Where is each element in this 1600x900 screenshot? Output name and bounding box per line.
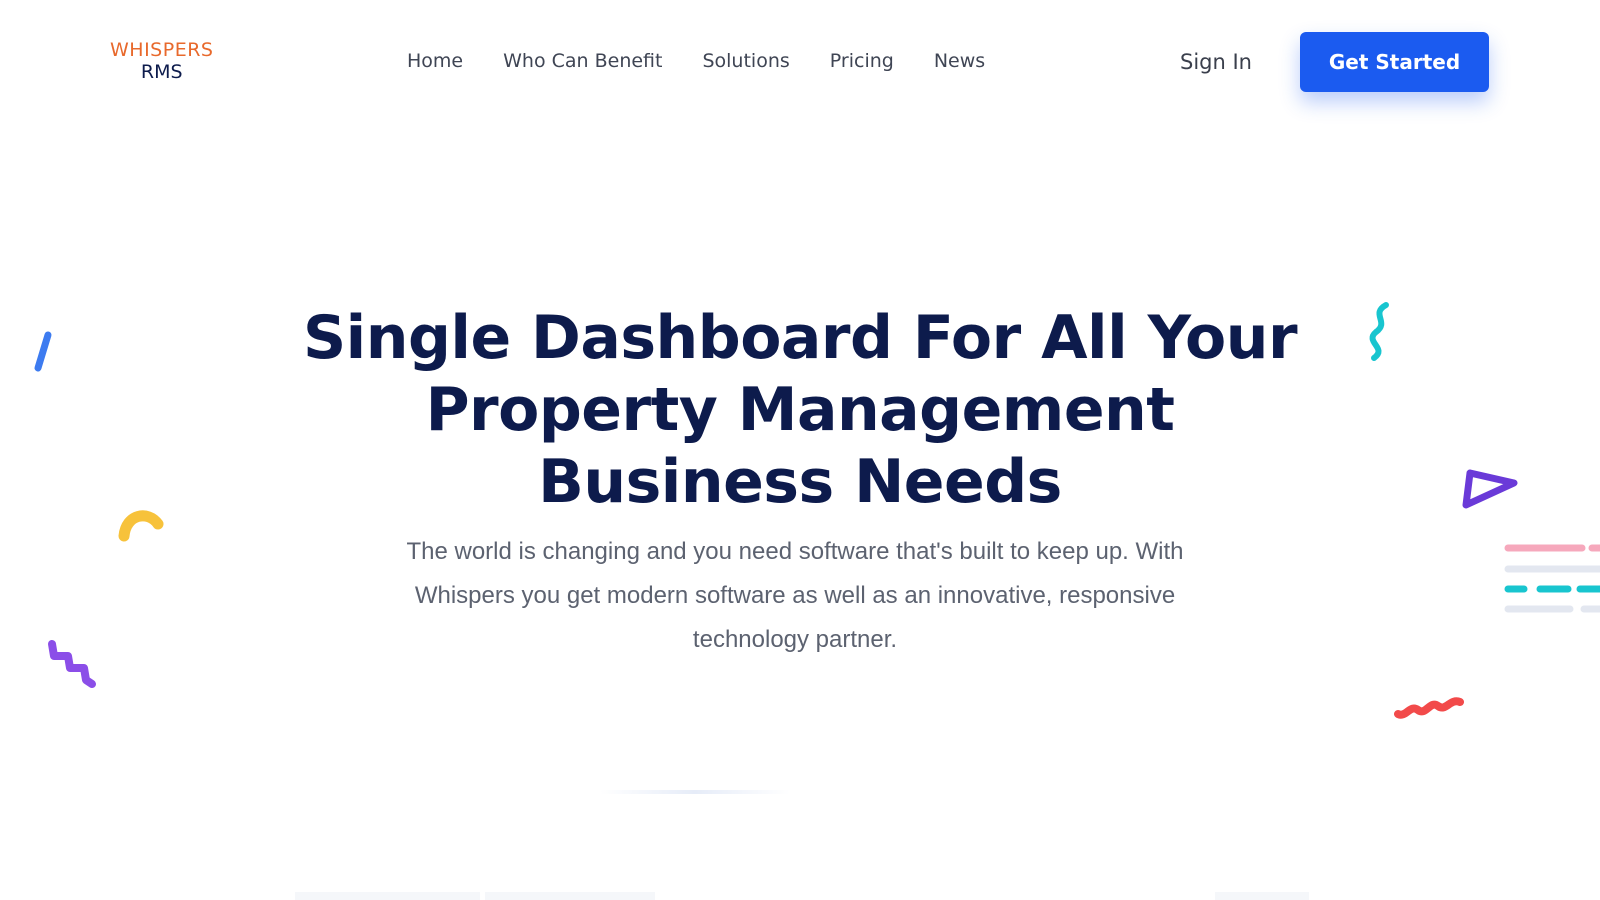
dashed-lines-icon xyxy=(1504,544,1600,613)
dashboard-preview-edge xyxy=(485,892,655,900)
get-started-button[interactable]: Get Started xyxy=(1300,32,1489,92)
nav-link-who-can-benefit[interactable]: Who Can Benefit xyxy=(503,50,662,72)
logo-line-rms: RMS xyxy=(140,60,183,83)
hero-title: Single Dashboard For All Your Property M… xyxy=(300,302,1300,518)
main-nav: Home Who Can Benefit Solutions Pricing N… xyxy=(407,50,985,72)
hero-title-line-2: Property Management xyxy=(425,375,1175,445)
red-zigzag-icon xyxy=(1394,697,1464,719)
nav-link-pricing[interactable]: Pricing xyxy=(830,50,894,72)
teal-squiggle-icon xyxy=(1369,302,1389,361)
dashboard-preview-edge xyxy=(1215,892,1309,900)
logo-line-whispers: WHISPERS xyxy=(110,39,214,61)
hero-divider xyxy=(600,790,790,794)
blue-slash-icon xyxy=(34,331,52,372)
nav-link-news[interactable]: News xyxy=(934,50,985,72)
sign-in-link[interactable]: Sign In xyxy=(1180,50,1252,74)
purple-triangle-icon xyxy=(1462,469,1518,509)
brand-logo[interactable]: WHISPERS RMS xyxy=(110,39,214,84)
hero-title-line-3: Business Needs xyxy=(538,447,1062,517)
hero-title-line-1: Single Dashboard For All Your xyxy=(302,303,1298,373)
nav-link-solutions[interactable]: Solutions xyxy=(702,50,789,72)
hero-subtitle: The world is changing and you need softw… xyxy=(406,538,1184,653)
dashboard-preview-edge xyxy=(295,892,480,900)
yellow-arc-icon xyxy=(118,510,164,542)
nav-link-home[interactable]: Home xyxy=(407,50,463,72)
purple-zigzag-icon xyxy=(48,640,96,688)
